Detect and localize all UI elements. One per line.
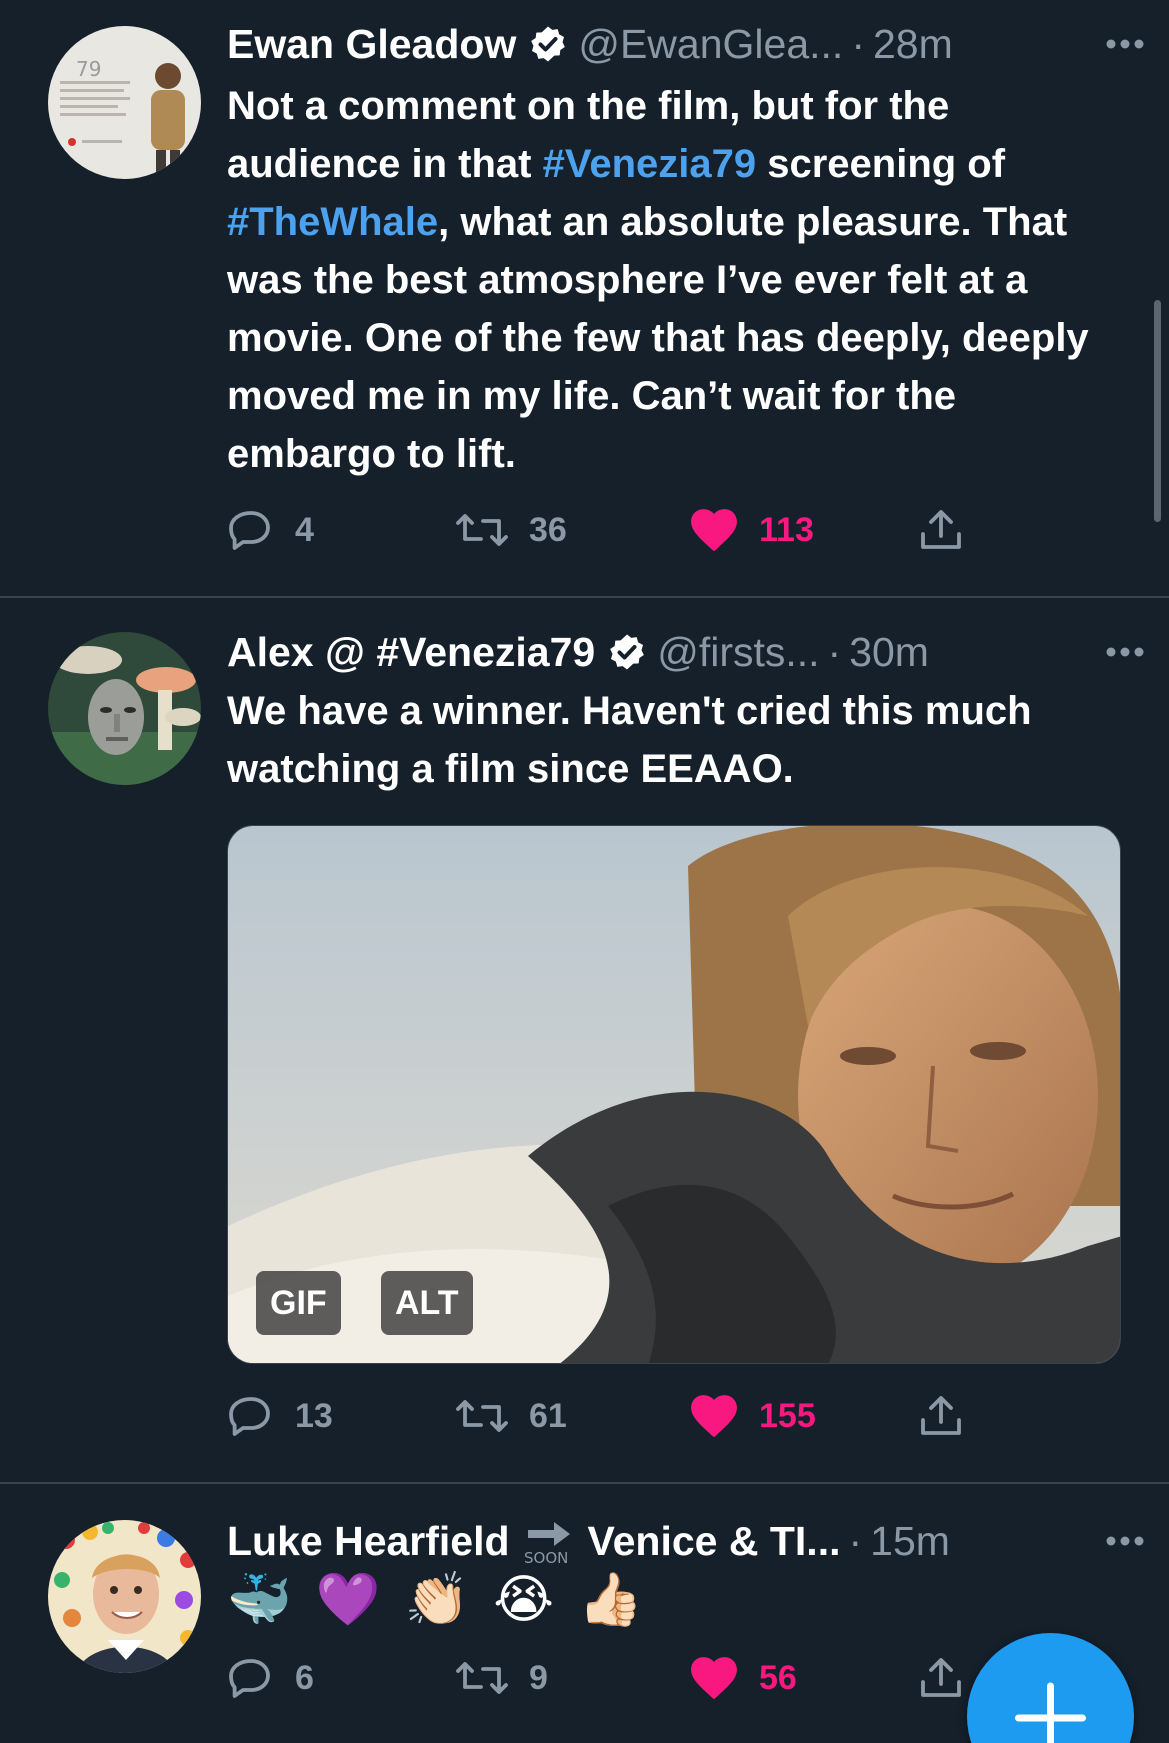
timestamp[interactable]: 30m <box>849 627 929 677</box>
timestamp[interactable]: 15m <box>870 1516 950 1566</box>
scrollbar[interactable] <box>1154 300 1161 522</box>
tweet-text-segment: screening of <box>756 142 1006 186</box>
gif-badge[interactable]: GIF <box>256 1271 341 1335</box>
retweet-button[interactable]: 36 <box>455 500 567 560</box>
plus-icon <box>1015 1682 1086 1743</box>
separator-dot: · <box>848 1518 863 1564</box>
retweet-icon <box>456 1400 508 1432</box>
heart-filled-icon <box>691 1657 737 1700</box>
avatar[interactable] <box>48 1520 201 1673</box>
whale-emoji: 🐳 <box>227 1571 292 1629</box>
like-count: 113 <box>759 510 814 549</box>
purple-heart-emoji: 💜 <box>315 1571 381 1629</box>
separator-dot: · <box>827 629 842 675</box>
retweet-button[interactable]: 61 <box>455 1386 567 1446</box>
retweet-count: 36 <box>529 510 567 549</box>
tweet-actions: 6 9 56 <box>227 1648 1007 1708</box>
reply-icon <box>229 1659 270 1698</box>
alt-text-badge[interactable]: ALT <box>381 1271 473 1335</box>
tweet-text-emojis: 🐳 💜 👏🏻 😭 👍🏻 <box>227 1570 643 1630</box>
timestamp[interactable]: 28m <box>873 19 953 69</box>
hashtag-link[interactable]: #Venezia79 <box>543 142 757 186</box>
share-button[interactable] <box>917 1386 965 1446</box>
display-name[interactable]: Ewan Gleadow <box>227 19 516 69</box>
verified-badge-icon <box>607 632 647 672</box>
reply-button[interactable]: 13 <box>227 1386 333 1446</box>
reply-count: 13 <box>295 1396 333 1435</box>
heart-filled-icon <box>691 509 737 552</box>
verified-badge-icon <box>528 24 568 64</box>
reply-icon <box>229 1397 270 1436</box>
soon-arrow-icon: SOON <box>522 1516 578 1567</box>
avatar[interactable]: 79 <box>48 26 201 179</box>
reply-icon <box>229 511 270 550</box>
tweet-header: Luke Hearfield SOON Venice & TI... · 15m <box>227 1516 1129 1567</box>
reply-button[interactable]: 6 <box>227 1648 314 1708</box>
retweet-icon <box>456 1662 508 1694</box>
share-icon <box>921 1658 961 1697</box>
handle[interactable]: @firsts... <box>657 627 819 677</box>
tweet-text: Not a comment on the film, but for the a… <box>227 77 1127 483</box>
more-options-icon[interactable] <box>1095 627 1155 677</box>
separator-dot: · <box>851 21 865 67</box>
like-button[interactable]: 155 <box>689 1386 816 1446</box>
like-button[interactable]: 56 <box>689 1648 797 1708</box>
tweet-header: Alex @ #Venezia79 @firsts... · 30m <box>227 627 1129 677</box>
handle[interactable]: @EwanGlea... <box>578 19 843 69</box>
retweet-count: 9 <box>529 1658 548 1697</box>
share-button[interactable] <box>917 500 965 560</box>
svg-text:SOON: SOON <box>524 1549 568 1566</box>
display-name[interactable]: Luke Hearfield <box>227 1516 510 1566</box>
tweet-actions: 4 36 113 <box>227 500 1007 560</box>
reply-count: 4 <box>295 510 314 549</box>
compose-tweet-button[interactable] <box>967 1633 1134 1743</box>
svg-text:79: 79 <box>76 57 101 81</box>
more-options-icon[interactable] <box>1095 19 1155 69</box>
more-options-icon[interactable] <box>1095 1516 1155 1566</box>
like-button[interactable]: 113 <box>689 500 814 560</box>
tweet[interactable]: 79 Ewan Gleadow @EwanGlea... · 28m Not a… <box>0 0 1169 596</box>
gif-media[interactable]: GIF ALT <box>227 825 1121 1364</box>
tweet-header: Ewan Gleadow @EwanGlea... · 28m <box>227 19 1129 69</box>
clapping-emoji: 👏🏻 <box>404 1571 470 1629</box>
avatar[interactable] <box>48 632 201 785</box>
reply-button[interactable]: 4 <box>227 500 314 560</box>
retweet-button[interactable]: 9 <box>455 1648 548 1708</box>
thumbs-up-emoji: 👍🏻 <box>578 1571 643 1629</box>
crying-emoji: 😭 <box>493 1571 555 1629</box>
retweet-icon <box>456 514 508 546</box>
hashtag-link[interactable]: #TheWhale <box>227 200 438 244</box>
retweet-count: 61 <box>529 1396 567 1435</box>
gif-image <box>228 826 1120 1363</box>
like-count: 56 <box>759 1658 797 1697</box>
display-name-suffix[interactable]: Venice & TI... <box>588 1516 841 1566</box>
tweet-text: We have a winner. Haven't cried this muc… <box>227 682 1127 798</box>
share-button[interactable] <box>917 1648 965 1708</box>
timeline-feed: 79 Ewan Gleadow @EwanGlea... · 28m Not a… <box>0 0 1169 1743</box>
reply-count: 6 <box>295 1658 314 1697</box>
share-icon <box>921 1396 961 1435</box>
heart-filled-icon <box>691 1395 737 1438</box>
tweet-text-segment: We have a winner. Haven't cried this muc… <box>227 689 1032 791</box>
share-icon <box>921 510 961 549</box>
like-count: 155 <box>759 1396 816 1435</box>
display-name[interactable]: Alex @ #Venezia79 <box>227 627 595 677</box>
tweet-actions: 13 61 155 <box>227 1386 1007 1446</box>
